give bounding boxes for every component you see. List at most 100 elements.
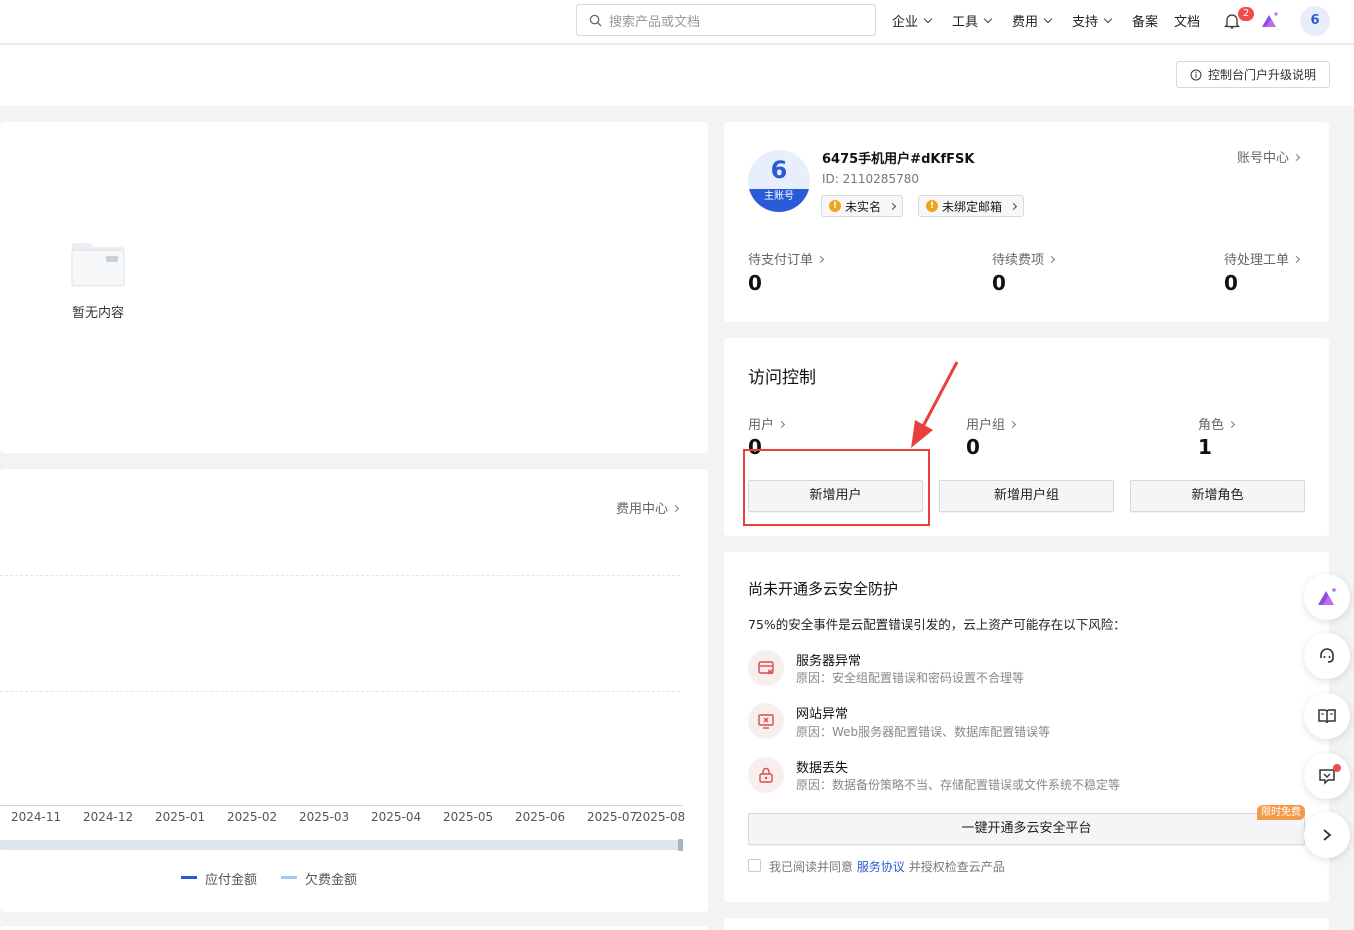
nav-label: 工具 — [952, 15, 979, 30]
tag-email-unbound[interactable]: ! 未绑定邮箱 — [918, 195, 1025, 217]
ai-assistant-icon[interactable] — [1260, 11, 1280, 29]
risk-title: 数据丢失 — [796, 761, 849, 776]
nav-support[interactable]: 支持 — [1072, 11, 1113, 30]
chevron-right-icon — [1008, 420, 1017, 429]
x-tick-label: 2025-06 — [515, 810, 566, 824]
agree-checkbox[interactable] — [748, 859, 761, 872]
billing-center-link[interactable]: 费用中心 — [616, 498, 680, 517]
nav-billing[interactable]: 费用 — [1012, 11, 1053, 30]
agree-suffix: 并授权检查云产品 — [908, 860, 1005, 874]
nav-icp-filing[interactable]: 备案 — [1132, 11, 1158, 30]
lower-panel — [0, 926, 708, 930]
security-title: 尚未开通多云安全防护 — [748, 580, 899, 598]
stat-value: 0 — [966, 435, 980, 459]
lower-right-panel — [724, 918, 1329, 930]
risk-title: 服务器异常 — [796, 654, 862, 669]
nav-docs[interactable]: 文档 — [1174, 11, 1200, 30]
account-center-label: 账号中心 — [1237, 151, 1290, 166]
access-stat-roles[interactable]: 角色 — [1198, 414, 1236, 433]
search-icon — [589, 14, 602, 27]
tag-label: 未绑定邮箱 — [942, 199, 1003, 214]
access-stat-users[interactable]: 用户 — [748, 414, 786, 433]
account-avatar: 6 主账号 — [748, 150, 810, 212]
legend-swatch-due — [181, 876, 197, 879]
empty-folder-icon — [71, 243, 125, 287]
x-tick-label: 2025-03 — [299, 810, 350, 824]
risk-reason: 原因：数据备份策略不当、存储配置错误或文件系统不稳定等 — [796, 778, 1121, 792]
stat-label: 待续费项 — [992, 253, 1045, 268]
risk-reason: 原因：Web服务器配置错误、数据库配置错误等 — [796, 725, 1051, 739]
chevron-right-icon — [671, 504, 680, 513]
x-tick-label: 2025-01 — [155, 810, 206, 824]
scrollbar-handle[interactable] — [678, 839, 683, 851]
security-desc: 75%的安全事件是云配置错误引发的，云上资产可能存在以下风险： — [748, 617, 1126, 632]
billing-center-label: 费用中心 — [616, 502, 669, 517]
stat-label: 角色 — [1198, 418, 1225, 433]
stat-pending-payment[interactable]: 待支付订单 — [748, 249, 825, 268]
x-axis-line — [0, 805, 683, 806]
service-agreement-link[interactable]: 服务协议 — [857, 860, 905, 874]
chevron-right-icon — [888, 202, 897, 210]
chevron-down-icon — [983, 14, 993, 23]
book-icon — [1318, 709, 1336, 724]
stat-value: 0 — [748, 271, 762, 295]
chevron-right-icon — [1009, 202, 1018, 210]
stat-pending-tickets[interactable]: 待处理工单 — [1224, 249, 1301, 268]
account-name: 6475手机用户#dKfFSK — [822, 152, 975, 167]
search-input[interactable]: 搜索产品或文档 — [576, 4, 876, 36]
nav-enterprise[interactable]: 企业 — [892, 11, 933, 30]
stat-pending-renewal[interactable]: 待续费项 — [992, 249, 1056, 268]
grid-line — [0, 691, 680, 692]
risk-reason: 原因：安全组配置错误和密码设置不合理等 — [796, 671, 1025, 685]
website-alert-icon — [748, 703, 784, 739]
x-tick-label: 2025-04 — [371, 810, 422, 824]
float-feedback[interactable] — [1304, 753, 1350, 799]
chevron-right-icon — [1292, 255, 1301, 264]
search-placeholder: 搜索产品或文档 — [609, 14, 701, 30]
float-support[interactable] — [1304, 633, 1350, 679]
enable-security-button[interactable]: 一键开通多云安全平台 — [748, 813, 1305, 845]
float-ai-assistant[interactable] — [1304, 574, 1350, 620]
account-center-link[interactable]: 账号中心 — [1237, 147, 1301, 166]
headset-icon — [1320, 648, 1334, 663]
chevron-right-icon — [816, 255, 825, 264]
promo-badge: 限时免费 — [1257, 805, 1305, 820]
feedback-dot — [1333, 764, 1341, 772]
x-tick-label: 2025-07 — [587, 810, 638, 824]
data-loss-lock-icon — [748, 757, 784, 793]
agreement-text: 我已阅读并同意 服务协议 并授权检查云产品 — [769, 858, 1005, 875]
tag-unverified[interactable]: ! 未实名 — [821, 195, 904, 217]
account-id: ID: 2110285780 — [822, 172, 919, 186]
float-docs[interactable] — [1304, 693, 1350, 739]
grid-line — [0, 575, 680, 576]
annotation-arrow-icon — [911, 361, 959, 448]
stat-label: 待支付订单 — [748, 253, 814, 268]
x-tick-label: 2025-02 — [227, 810, 278, 824]
chevron-right-icon — [1323, 829, 1332, 841]
tag-label: 未实名 — [845, 199, 882, 214]
access-control-title: 访问控制 — [748, 368, 816, 388]
chevron-right-icon — [777, 420, 786, 429]
notification-badge: 2 — [1238, 7, 1254, 21]
legend-label-arrears: 欠费金额 — [305, 873, 358, 888]
upgrade-notice-label: 控制台门户升级说明 — [1207, 68, 1316, 82]
warning-icon: ! — [926, 200, 938, 212]
risk-title: 网站异常 — [796, 707, 849, 722]
chevron-right-icon — [1227, 420, 1236, 429]
nav-label: 企业 — [892, 15, 919, 30]
chart-scrollbar[interactable] — [0, 840, 683, 850]
add-role-button[interactable]: 新增角色 — [1130, 480, 1305, 512]
float-collapse[interactable] — [1304, 812, 1350, 858]
nav-tools[interactable]: 工具 — [952, 11, 993, 30]
user-avatar[interactable]: 6 — [1300, 6, 1330, 36]
access-stat-groups[interactable]: 用户组 — [966, 414, 1017, 433]
upgrade-notice-button[interactable]: 控制台门户升级说明 — [1176, 61, 1330, 88]
nav-label: 费用 — [1012, 15, 1039, 30]
x-tick-label: 2024-11 — [11, 810, 62, 824]
account-avatar-text: 6 — [770, 156, 788, 184]
legend-label-due: 应付金额 — [205, 873, 258, 888]
nav-label: 文档 — [1174, 15, 1201, 30]
add-user-group-button[interactable]: 新增用户组 — [939, 480, 1114, 512]
stat-label: 用户组 — [966, 418, 1006, 433]
nav-label: 备案 — [1132, 15, 1159, 30]
